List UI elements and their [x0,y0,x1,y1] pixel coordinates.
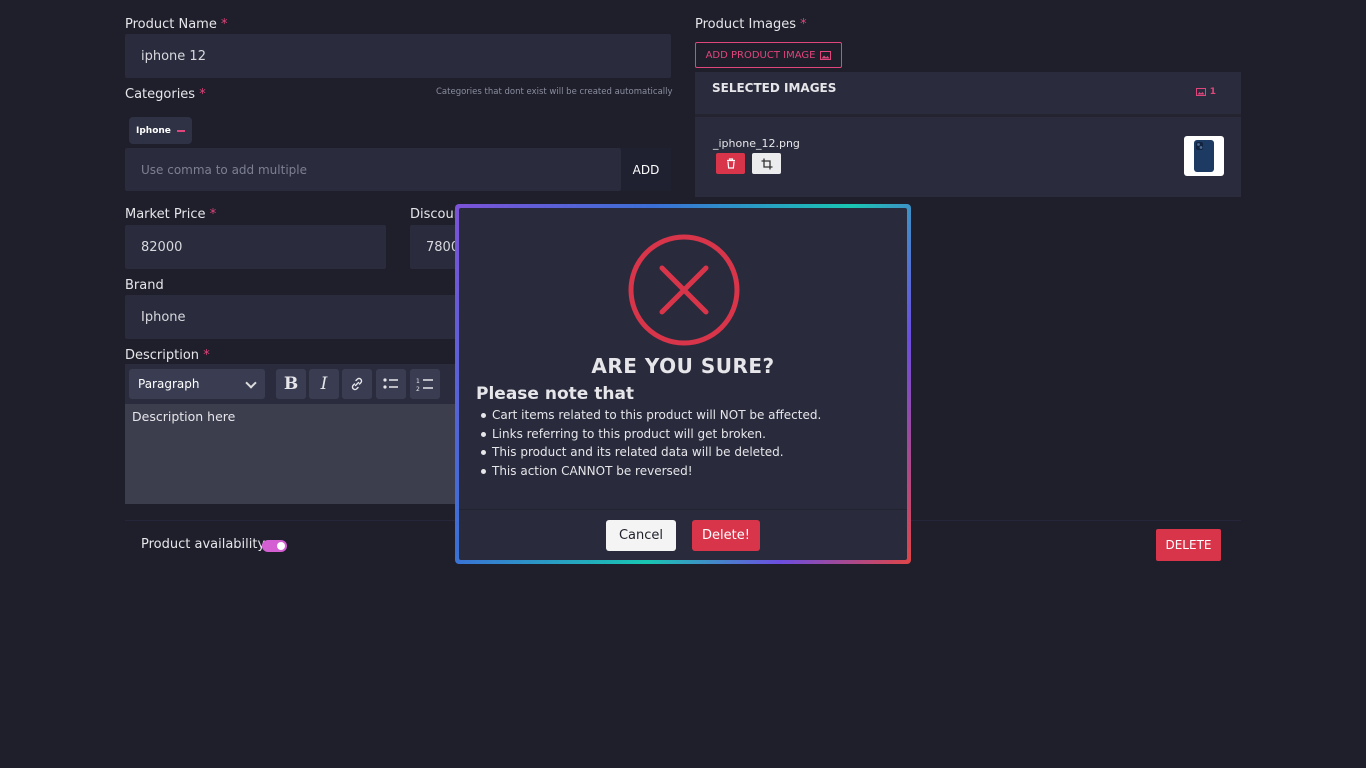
add-product-image-label: ADD PRODUCT IMAGE [705,49,816,61]
panel-divider [695,114,1241,117]
dialog-footer-divider [459,509,907,510]
market-price-input[interactable]: 82000 [125,225,386,269]
bold-button[interactable]: B [276,369,306,399]
brand-label: Brand [125,278,164,293]
product-name-label: Product Name * [125,17,228,32]
dialog-warning-list: Cart items related to this product will … [479,406,821,480]
add-category-button[interactable]: ADD [621,148,671,191]
chevron-down-icon [245,377,257,389]
image-icon [1195,88,1206,96]
remove-chip-icon[interactable] [176,129,185,132]
category-input[interactable]: Use comma to add multiple [125,148,621,191]
category-chip: Iphone [129,117,192,144]
bulleted-list-icon [383,378,398,389]
delete-product-button[interactable]: DELETE [1156,529,1221,561]
cancel-button[interactable]: Cancel [606,520,676,551]
bold-icon: B [283,374,299,394]
numbered-list-button[interactable]: 12 [410,369,440,399]
list-item: Cart items related to this product will … [479,406,821,425]
confirm-delete-button[interactable]: Delete! [692,520,760,551]
add-product-image-button[interactable]: ADD PRODUCT IMAGE [695,42,842,68]
product-availability-label: Product availability [141,537,266,552]
market-price-label: Market Price * [125,207,217,222]
trash-icon [726,158,735,169]
dialog-note: Please note that [476,384,635,404]
discount-price-input[interactable]: 7800 [410,225,460,269]
selected-images-title: SELECTED IMAGES [712,81,837,95]
brand-input[interactable]: Iphone [125,295,460,339]
product-availability-toggle[interactable] [262,540,287,552]
crop-icon [761,158,772,169]
selected-images-count: 1 [1195,87,1216,97]
numbered-list-icon: 12 [416,378,433,392]
list-item: This action CANNOT be reversed! [479,462,821,481]
category-chip-label: Iphone [136,125,171,136]
categories-label: Categories * [125,87,206,102]
selected-images-panel: SELECTED IMAGES 1 _iphone_12.png [695,72,1241,197]
image-thumbnail[interactable] [1184,136,1224,176]
image-filename: _iphone_12.png [713,137,800,150]
confirm-dialog-body: ARE YOU SURE? Please note that Cart item… [459,208,907,560]
svg-text:2: 2 [416,386,420,392]
editor-toolbar: Paragraph B I 12 [125,364,460,404]
crop-image-button[interactable] [752,153,781,174]
list-item: This product and its related data will b… [479,443,821,462]
product-images-label: Product Images * [695,17,807,32]
phone-thumbnail-image [1194,140,1214,172]
confirm-dialog: ARE YOU SURE? Please note that Cart item… [455,204,911,564]
image-icon [820,50,832,60]
italic-button[interactable]: I [309,369,339,399]
list-item: Links referring to this product will get… [479,425,821,444]
svg-text:1: 1 [416,378,420,385]
bulleted-list-button[interactable] [376,369,406,399]
link-icon [351,377,363,391]
categories-hint: Categories that dont exist will be creat… [436,87,673,97]
description-editor[interactable]: Description here [125,404,460,504]
description-label: Description * [125,348,210,363]
dialog-title: ARE YOU SURE? [591,354,775,378]
product-name-input[interactable]: iphone 12 [125,34,671,78]
block-format-select[interactable]: Paragraph [129,369,265,399]
link-button[interactable] [342,369,372,399]
error-x-icon [628,234,740,346]
delete-image-button[interactable] [716,153,745,174]
italic-icon: I [320,374,328,394]
